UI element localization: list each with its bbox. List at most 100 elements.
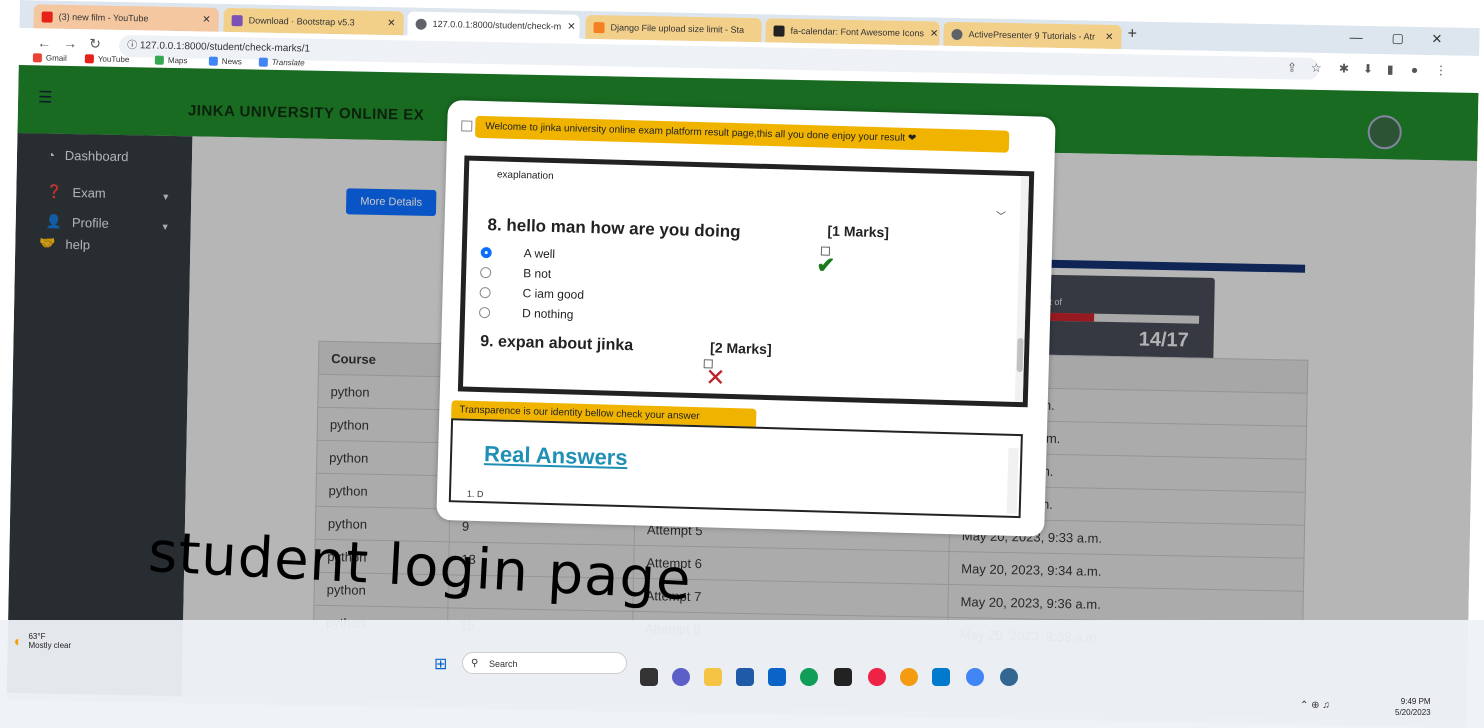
option-a[interactable]: A well: [480, 245, 556, 262]
close-icon[interactable]: ✕: [567, 21, 576, 32]
result-modal: Welcome to jinka university online exam …: [436, 100, 1056, 537]
radio-button[interactable]: [478, 306, 491, 318]
task-view-icon[interactable]: [640, 668, 658, 686]
search-icon: ⚲: [471, 658, 479, 669]
store-icon[interactable]: [736, 668, 754, 686]
profile-icon[interactable]: ●: [1411, 63, 1419, 77]
tab-bootstrap[interactable]: Download · Bootstrap v5.3 ✕: [223, 7, 404, 36]
option-c[interactable]: C iam good: [479, 285, 584, 302]
bookmark-label: YouTube: [97, 54, 130, 65]
weather-desc: Mostly clear: [28, 641, 72, 650]
vscode-icon[interactable]: [932, 668, 950, 686]
flag-icon: [773, 24, 785, 37]
question-8: 8. hello man how are you doing: [487, 215, 741, 242]
close-icon[interactable]: ✕: [202, 14, 211, 25]
tab-check-marks[interactable]: 127.0.0.1:8000/student/check-m ✕: [407, 11, 580, 39]
scrollbar[interactable]: [1006, 447, 1019, 515]
translate-icon: [258, 57, 268, 67]
clock-time: 9:49 PM: [1400, 697, 1431, 706]
close-icon[interactable]: ✕: [387, 18, 396, 29]
radio-button[interactable]: [480, 246, 492, 258]
bookmark-news[interactable]: News: [208, 56, 242, 67]
tab-title: (3) new film - YouTube: [58, 11, 149, 24]
chevron-down-icon[interactable]: ﹀: [996, 207, 1006, 222]
app-icon[interactable]: [900, 668, 918, 686]
minimize-icon[interactable]: —: [1349, 30, 1362, 45]
star-icon[interactable]: ☆: [1311, 61, 1322, 75]
menu-icon[interactable]: ⋮: [1435, 63, 1447, 77]
tab-fontawesome[interactable]: fa-calendar: Font Awesome Icons ✕: [765, 18, 940, 46]
os-taskbar: ◐ 63°F Mostly clear ⊞ ⚲ Search ⌃ ⊕ ♫ 9:4…: [0, 620, 1484, 728]
weather-text: 63°F Mostly clear: [28, 632, 71, 650]
answers-frame: Real Answers 1. D: [448, 418, 1023, 519]
tab-title: fa-calendar: Font Awesome Icons: [790, 25, 925, 39]
close-window-icon[interactable]: ✕: [1431, 31, 1442, 47]
sidepanel-icon[interactable]: ▮: [1387, 62, 1394, 76]
bookmark-label: News: [221, 56, 242, 67]
terminal-icon[interactable]: [834, 668, 852, 686]
edge-icon[interactable]: [800, 668, 818, 686]
info-icon: ⓘ: [127, 40, 141, 52]
tab-youtube[interactable]: (3) new film - YouTube ✕: [33, 4, 219, 32]
app-icon[interactable]: [868, 668, 886, 686]
bookmark-label: Gmail: [45, 53, 67, 63]
maps-icon: [154, 55, 164, 65]
download-icon[interactable]: ⬇: [1363, 62, 1373, 76]
welcome-banner: Welcome to jinka university online exam …: [474, 115, 1010, 153]
reload-icon[interactable]: ↻: [89, 35, 101, 52]
option-label: D nothing: [521, 306, 574, 322]
extensions-icon[interactable]: ✱: [1339, 61, 1349, 75]
option-d[interactable]: D nothing: [478, 305, 574, 322]
weather-temp: 63°F: [28, 632, 46, 641]
scrollbar-thumb[interactable]: [1016, 337, 1024, 373]
chat-icon[interactable]: [672, 668, 690, 686]
tab-django[interactable]: Django File upload size limit - Sta: [585, 14, 762, 43]
bookmark-youtube[interactable]: YouTube: [84, 54, 130, 65]
bookmark-maps[interactable]: Maps: [154, 55, 188, 66]
gmail-icon: [32, 53, 42, 63]
chrome-icon[interactable]: [966, 668, 984, 686]
option-label: B not: [522, 266, 552, 281]
scrollbar[interactable]: [1014, 176, 1030, 403]
forward-icon[interactable]: →: [63, 35, 77, 51]
answer-item: 1. D: [466, 488, 484, 500]
explanation-label: exaplanation: [496, 169, 554, 182]
share-icon[interactable]: ⇪: [1287, 60, 1297, 74]
windows-start-icon[interactable]: ⊞: [434, 654, 447, 674]
option-label: C iam good: [522, 286, 585, 302]
folder-icon[interactable]: [704, 668, 722, 686]
real-answers-heading: Real Answers: [483, 441, 628, 471]
clock-date: 5/20/2023: [1395, 708, 1431, 717]
close-icon[interactable]: ✕: [1105, 31, 1114, 42]
bookmark-label: Maps: [167, 55, 188, 66]
questions-frame: exaplanation ﹀ 8. hello man how are you …: [457, 155, 1035, 408]
question-9: 9. expan about jinka: [480, 332, 634, 355]
tab-activepresenter[interactable]: ActivePresenter 9 Tutorials - Atr ✕: [943, 21, 1122, 50]
question-8-marks: [1 Marks]: [827, 222, 890, 241]
postgres-icon[interactable]: [1000, 668, 1018, 686]
clock[interactable]: 9:49 PM 5/20/2023: [1395, 696, 1431, 718]
globe-icon: [415, 18, 427, 30]
mail-icon[interactable]: [768, 668, 786, 686]
tab-title: ActivePresenter 9 Tutorials - Atr: [968, 29, 1096, 42]
tab-title: 127.0.0.1:8000/student/check-m: [432, 18, 562, 32]
youtube-icon: [84, 54, 94, 64]
search-label: Search: [489, 659, 518, 669]
maximize-icon[interactable]: ▢: [1391, 30, 1404, 46]
bookmark-translate[interactable]: Translate: [258, 57, 305, 67]
tab-title: Django File upload size limit - Sta: [610, 22, 745, 35]
new-tab-button[interactable]: +: [1127, 25, 1137, 43]
option-label: A well: [523, 246, 556, 262]
taskbar-search[interactable]: ⚲ Search: [462, 652, 627, 674]
checkbox[interactable]: [461, 120, 473, 132]
globe-icon: [951, 28, 963, 40]
bookmark-gmail[interactable]: Gmail: [32, 53, 67, 63]
close-icon[interactable]: ✕: [930, 28, 939, 39]
stackoverflow-icon: [593, 21, 605, 33]
option-b[interactable]: B not: [480, 265, 551, 281]
system-tray[interactable]: ⌃ ⊕ ♫: [1300, 700, 1330, 711]
radio-button[interactable]: [479, 286, 491, 298]
weather-widget[interactable]: ◐ 63°F Mostly clear: [14, 632, 71, 650]
back-icon[interactable]: ←: [37, 34, 51, 50]
radio-button[interactable]: [480, 266, 492, 278]
